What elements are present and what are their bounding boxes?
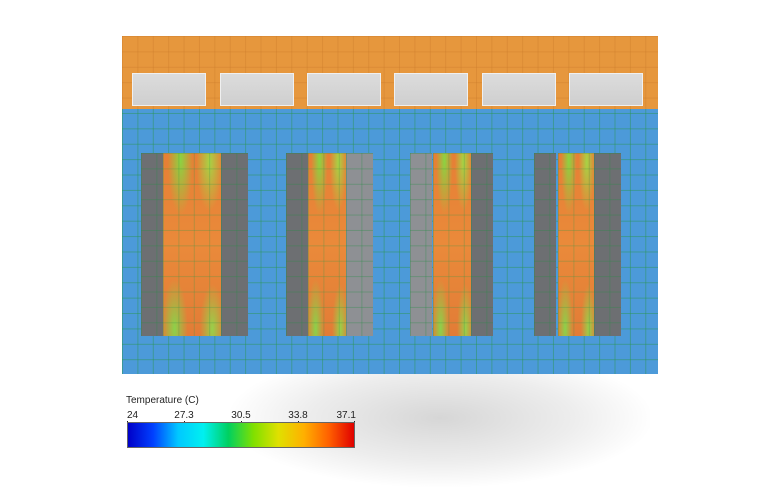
rack-row-4a [534,153,556,336]
rack-row-3b [471,153,493,336]
rack-row-4b [594,153,621,336]
tick-label-3: 30.5 [231,410,251,421]
cooling-unit-5 [482,73,556,106]
rack-row-1b [221,153,248,336]
legend-title: Temperature (C) [126,395,199,406]
data-center-floor [122,36,658,374]
tick-label-2: 27.3 [174,410,194,421]
hot-aisle-3 [433,153,471,336]
tick-label-max: 37.1 [336,410,356,421]
rack-row-3a [410,153,432,336]
cooling-unit-4 [394,73,468,106]
hot-aisle-2 [308,153,346,336]
cooling-unit-1 [132,73,206,106]
hot-aisle-4 [558,153,594,336]
rack-row-1a [141,153,163,336]
tick-label-min: 24 [127,410,139,421]
cooling-unit-6 [569,73,643,106]
cooling-unit-2 [220,73,294,106]
rack-row-2b [346,153,373,336]
rack-row-2a [286,153,308,336]
tick-label-4: 33.8 [288,410,308,421]
cooling-unit-3 [307,73,381,106]
hot-aisle-1 [163,153,221,336]
hot-return-band [122,36,658,109]
color-scale-bar [127,422,355,448]
temperature-legend: Temperature (C) 24 27.3 30.5 33.8 37.1 [126,395,356,457]
